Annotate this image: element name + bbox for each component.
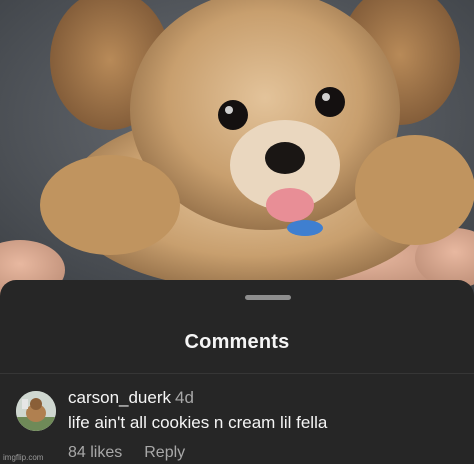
- comment-header: carson_duerk 4d: [68, 388, 194, 408]
- reply-button[interactable]: Reply: [144, 444, 185, 461]
- avatar[interactable]: [16, 391, 56, 431]
- post-photo: [0, 0, 474, 300]
- avatar-image: [16, 391, 56, 431]
- sheet-title: Comments: [184, 331, 290, 353]
- watermark: imgflip.com: [3, 453, 44, 462]
- comments-sheet: Comments carson_duerk 4d life ain't all c…: [0, 280, 474, 464]
- divider: [0, 373, 474, 374]
- screen: Comments carson_duerk 4d life ain't all c…: [0, 0, 474, 464]
- comment-likes[interactable]: 84 likes: [68, 444, 122, 461]
- puppy-image: [0, 0, 474, 300]
- comment-username[interactable]: carson_duerk: [68, 388, 171, 407]
- sheet-drag-handle[interactable]: [245, 295, 291, 300]
- comment-text: life ain't all cookies n cream lil fella: [68, 413, 328, 432]
- comment-actions: 84 likes Reply: [68, 444, 185, 462]
- comment-timestamp: 4d: [175, 388, 194, 407]
